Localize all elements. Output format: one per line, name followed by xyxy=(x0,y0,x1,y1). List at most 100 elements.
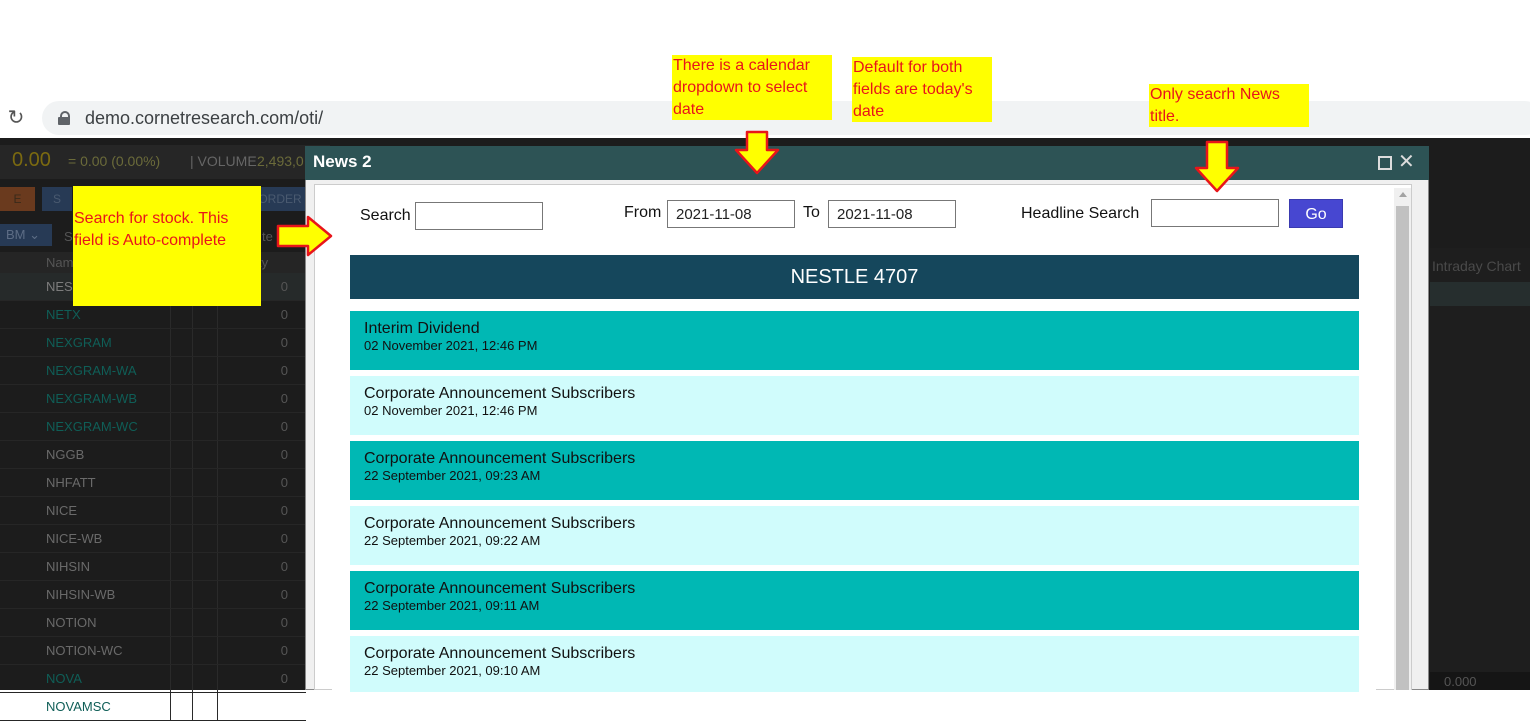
annotation-default-date: Default for both fields are today's date xyxy=(852,57,992,122)
news-item[interactable]: Corporate Announcement Subscribers 22 Sep… xyxy=(350,571,1359,630)
column-divider xyxy=(192,693,193,720)
close-icon[interactable]: ✕ xyxy=(1398,151,1415,173)
stock-row[interactable]: NOTION-WC 0 xyxy=(0,637,306,665)
column-divider xyxy=(192,497,193,524)
go-button[interactable]: Go xyxy=(1289,199,1343,228)
arrow-down-icon xyxy=(1194,140,1240,193)
stock-row[interactable]: NEXGRAM 0 xyxy=(0,329,306,357)
modal-titlebar[interactable] xyxy=(305,146,1429,180)
news-date: 02 November 2021, 12:46 PM xyxy=(364,403,538,418)
column-divider xyxy=(192,441,193,468)
stock-qty: 0 xyxy=(280,335,288,350)
scrollbar-thumb[interactable] xyxy=(1396,206,1409,690)
stock-row[interactable]: NHFATT 0 xyxy=(0,469,306,497)
column-divider xyxy=(170,553,171,580)
stock-row[interactable]: NOVA 0 xyxy=(0,665,306,693)
maximize-icon[interactable] xyxy=(1378,156,1392,170)
stock-row[interactable]: NIHSIN-WB 0 xyxy=(0,581,306,609)
lock-icon[interactable] xyxy=(58,111,70,125)
stock-name: NES xyxy=(46,279,73,294)
column-divider xyxy=(192,665,193,692)
scroll-up-icon[interactable] xyxy=(1399,192,1407,197)
col-name-header: Nam xyxy=(46,255,74,270)
column-divider xyxy=(217,441,218,468)
stock-row[interactable]: NOVAMSC xyxy=(0,693,306,721)
stock-row[interactable]: NICE 0 xyxy=(0,497,306,525)
volume-value: 2,493,0 xyxy=(257,153,304,169)
stock-row[interactable]: NEXGRAM-WC 0 xyxy=(0,413,306,441)
news-item[interactable]: Corporate Announcement Subscribers 22 Sep… xyxy=(350,636,1359,692)
news-list: Interim Dividend 02 November 2021, 12:46 … xyxy=(350,311,1359,698)
stock-qty: 0 xyxy=(280,587,288,602)
col-te-header: te xyxy=(262,229,273,244)
stock-name: NHFATT xyxy=(46,475,96,490)
stock-search-input[interactable] xyxy=(415,202,543,230)
news-title: Corporate Announcement Subscribers xyxy=(364,645,636,662)
stock-qty: 0 xyxy=(280,279,288,294)
board-select[interactable]: BM ⌄ xyxy=(0,224,52,246)
stock-qty: 0 xyxy=(280,671,288,686)
stock-qty: 0 xyxy=(280,475,288,490)
stock-qty: 0 xyxy=(280,391,288,406)
column-divider xyxy=(192,413,193,440)
stock-row[interactable]: NIHSIN 0 xyxy=(0,553,306,581)
stock-name: NOVAMSC xyxy=(46,699,111,714)
news-date: 22 September 2021, 09:11 AM xyxy=(364,598,540,613)
column-divider xyxy=(217,385,218,412)
column-divider xyxy=(217,581,218,608)
column-divider xyxy=(170,665,171,692)
stock-row[interactable]: NOTION 0 xyxy=(0,609,306,637)
stock-qty: 0 xyxy=(280,363,288,378)
stock-name: NEXGRAM xyxy=(46,335,112,350)
column-divider xyxy=(170,693,171,720)
stock-header: NESTLE 4707 xyxy=(350,255,1359,299)
column-divider xyxy=(170,469,171,496)
column-divider xyxy=(170,329,171,356)
last-price: 0.00 xyxy=(12,149,51,171)
column-divider xyxy=(217,665,218,692)
stock-name: NOVA xyxy=(46,671,82,686)
news-item[interactable]: Corporate Announcement Subscribers 22 Sep… xyxy=(350,506,1359,565)
column-divider xyxy=(170,525,171,552)
from-label: From xyxy=(624,204,662,221)
news-item[interactable]: Corporate Announcement Subscribers 22 Sep… xyxy=(350,441,1359,500)
news-title: Corporate Announcement Subscribers xyxy=(364,515,636,532)
column-divider xyxy=(192,609,193,636)
to-date-input[interactable] xyxy=(828,200,956,228)
search-label: Search xyxy=(360,207,411,224)
headline-search-input[interactable] xyxy=(1151,199,1279,227)
news-title: Corporate Announcement Subscribers xyxy=(364,580,636,597)
stock-row[interactable]: NEXGRAM-WB 0 xyxy=(0,385,306,413)
stock-name: NICE xyxy=(46,503,78,518)
column-divider xyxy=(170,497,171,524)
from-date-input[interactable] xyxy=(667,200,795,228)
column-divider xyxy=(170,357,171,384)
tab-e[interactable]: E xyxy=(0,187,35,211)
tab-s[interactable]: S xyxy=(42,187,72,211)
annotation-headline: Only seacrh News title. xyxy=(1149,84,1309,127)
column-divider xyxy=(170,637,171,664)
intraday-value: 0.000 xyxy=(1444,674,1477,689)
column-divider xyxy=(217,637,218,664)
column-divider xyxy=(192,469,193,496)
news-title: Corporate Announcement Subscribers xyxy=(364,450,636,467)
news-item[interactable]: Corporate Announcement Subscribers 02 Nov… xyxy=(350,376,1359,435)
col-s-header: S xyxy=(64,229,73,244)
column-divider xyxy=(192,581,193,608)
url-text[interactable]: demo.cornetresearch.com/oti/ xyxy=(85,106,323,130)
reload-icon[interactable]: ↻ xyxy=(4,104,28,132)
news-item[interactable]: Interim Dividend 02 November 2021, 12:46 … xyxy=(350,311,1359,370)
stock-row[interactable]: NEXGRAM-WA 0 xyxy=(0,357,306,385)
stock-name: NGGB xyxy=(46,447,85,462)
column-divider xyxy=(217,413,218,440)
stock-name: NIHSIN-WB xyxy=(46,587,116,602)
tab-order[interactable]: ORDER xyxy=(255,187,305,211)
stock-row[interactable]: NICE-WB 0 xyxy=(0,525,306,553)
stock-qty: 0 xyxy=(280,419,288,434)
column-divider xyxy=(192,385,193,412)
stock-qty: 0 xyxy=(280,503,288,518)
news-date: 22 September 2021, 09:22 AM xyxy=(364,533,541,548)
arrow-down-icon xyxy=(734,130,780,175)
stock-row[interactable]: NGGB 0 xyxy=(0,441,306,469)
column-divider xyxy=(170,385,171,412)
